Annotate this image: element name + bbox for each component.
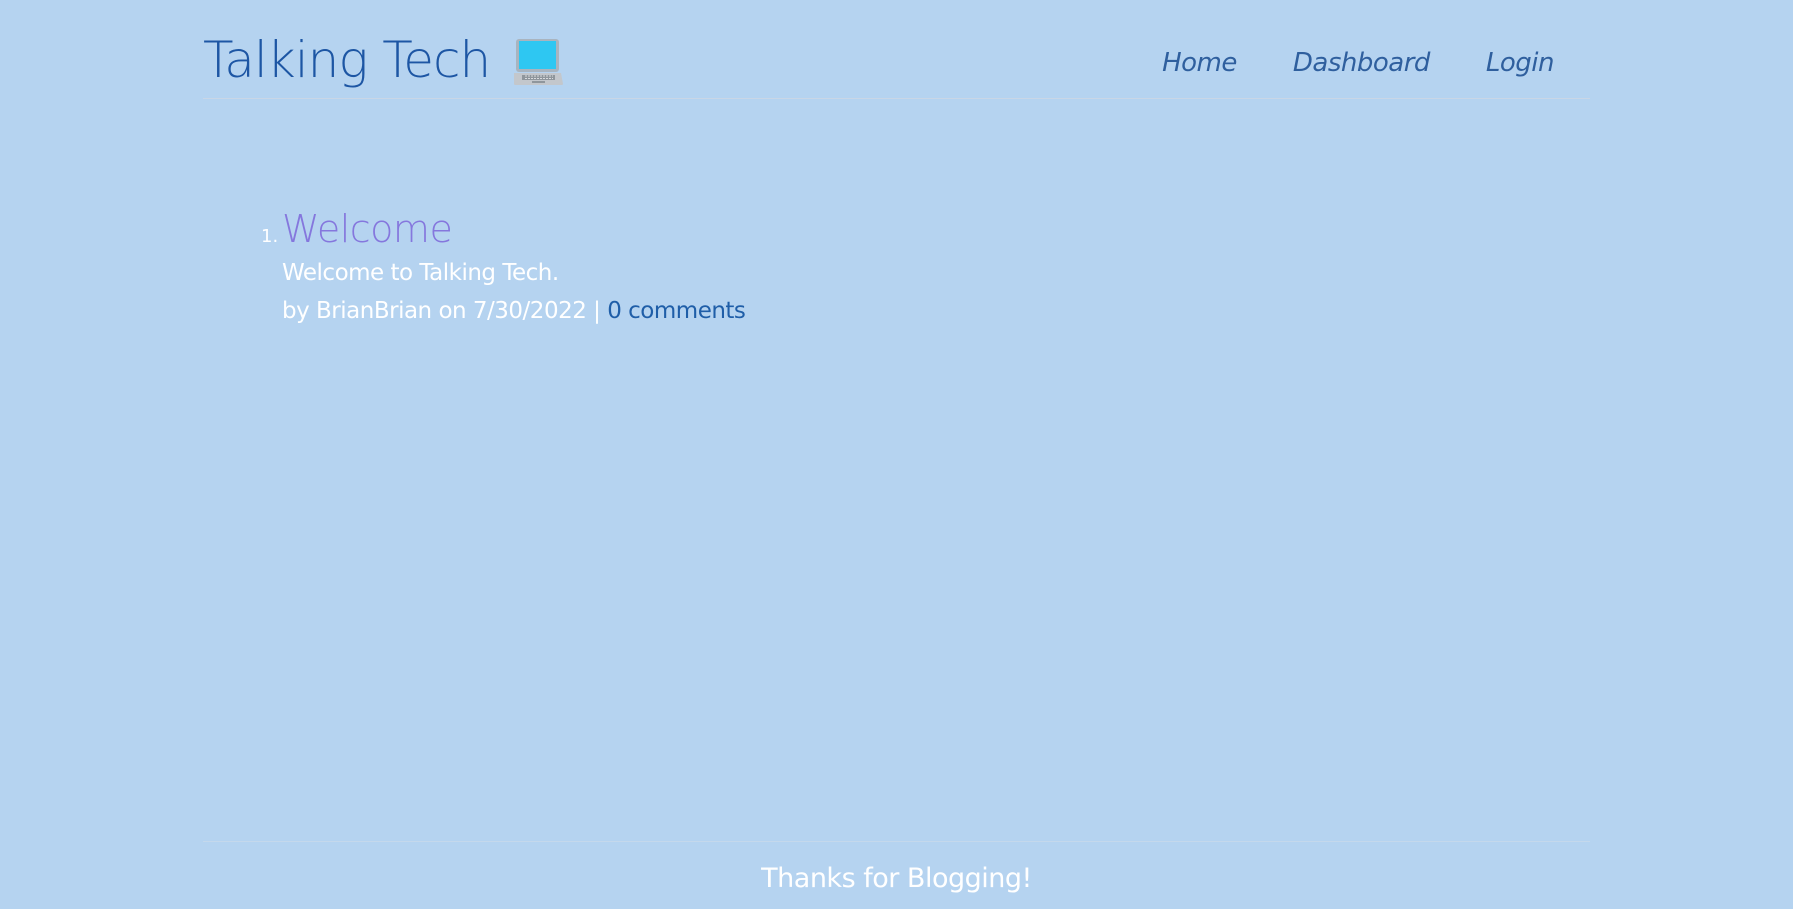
post-author: BrianBrian <box>316 298 432 324</box>
post-date: 7/30/2022 <box>472 298 587 324</box>
site-header: Talking Tech Home Dashboard Login <box>203 30 1590 99</box>
post-list: 1. Welcome Welcome to Talking Tech. by B… <box>261 205 746 330</box>
post-date-prefix: on <box>438 298 467 324</box>
post-meta-prefix: by <box>282 298 310 324</box>
brand[interactable]: Talking Tech <box>203 34 564 86</box>
footer-divider <box>203 841 1590 842</box>
nav-home-link[interactable]: Home <box>1162 48 1237 78</box>
main-nav: Home Dashboard Login <box>1106 48 1554 78</box>
laptop-icon <box>514 38 564 86</box>
post-body: Welcome to Talking Tech. <box>282 260 559 286</box>
site-footer: Thanks for Blogging! <box>761 863 1032 894</box>
site-title[interactable]: Talking Tech <box>203 35 491 85</box>
post-number: 1. <box>261 226 279 247</box>
meta-separator: | <box>593 298 601 324</box>
post-comments-link[interactable]: 0 comments <box>607 298 746 324</box>
post-meta: by BrianBrian on 7/30/2022 | 0 comments <box>282 292 746 330</box>
post-item: 1. Welcome Welcome to Talking Tech. by B… <box>261 205 746 330</box>
post-title-link[interactable]: Welcome <box>282 205 745 253</box>
nav-login-link[interactable]: Login <box>1486 48 1555 78</box>
nav-dashboard-link[interactable]: Dashboard <box>1293 48 1431 78</box>
